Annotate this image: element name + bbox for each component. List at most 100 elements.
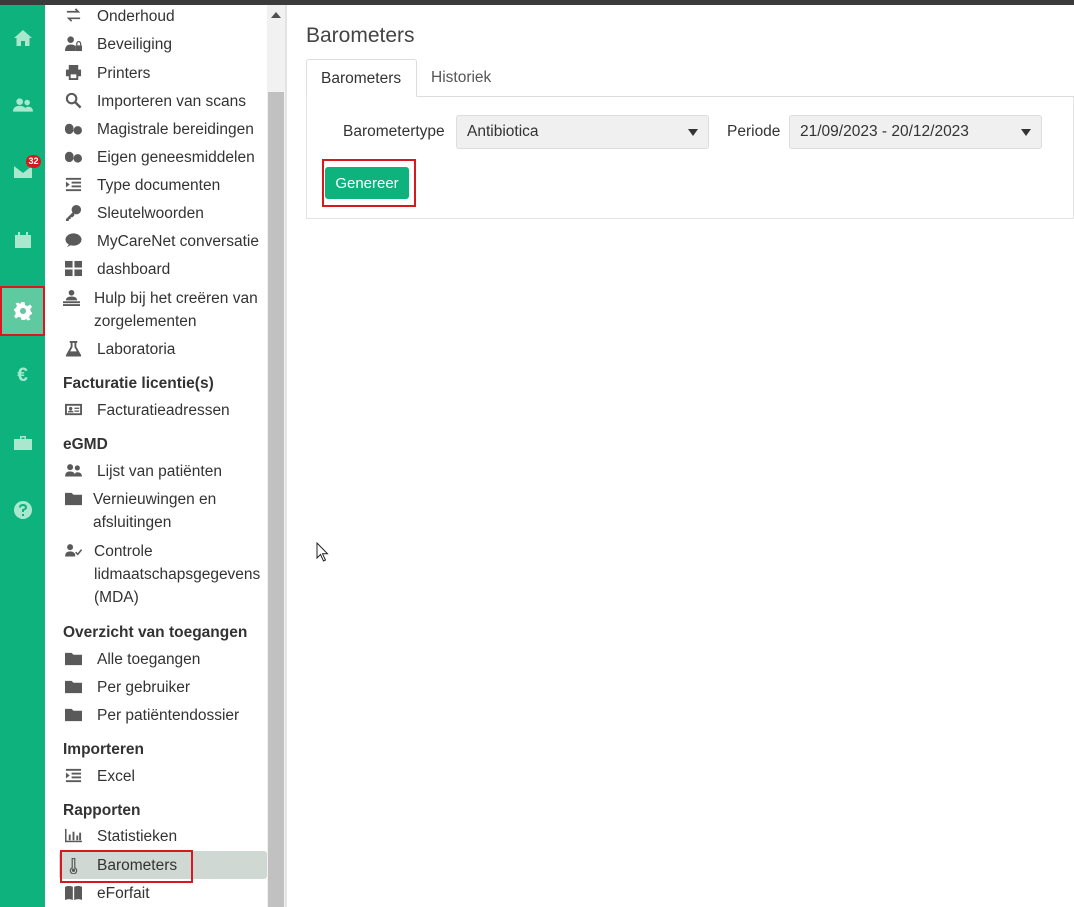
sidebar-item-type-documenten[interactable]: Type documenten bbox=[45, 174, 267, 197]
sidebar-item-label: MyCareNet conversatie bbox=[97, 233, 259, 250]
sidebar-item-label: Importeren van scans bbox=[97, 93, 247, 110]
book-icon bbox=[65, 885, 82, 901]
sidebar-item-statistieken[interactable]: Statistieken bbox=[45, 825, 267, 848]
sidebar-item-label: Vernieuwingen en bbox=[93, 491, 217, 508]
sidebar-item-label-line2: zorgelementen bbox=[94, 313, 197, 330]
barometers-highlight bbox=[60, 850, 193, 883]
sidebar-item-laboratoria[interactable]: Laboratoria bbox=[45, 338, 267, 361]
users-icon bbox=[12, 98, 33, 112]
barometertype-select[interactable]: Antibiotica bbox=[456, 115, 709, 149]
flask-icon bbox=[65, 340, 82, 357]
scroll-up-arrow[interactable] bbox=[271, 12, 281, 18]
sidebar-item-label: Controle bbox=[94, 543, 153, 560]
sidebar-item-label: Lijst van patiënten bbox=[97, 463, 222, 480]
barometertype-value: Antibiotica bbox=[467, 123, 539, 140]
chevron-down-icon bbox=[1021, 129, 1031, 136]
swap-icon bbox=[66, 8, 81, 22]
user-lock-icon bbox=[65, 36, 82, 52]
rail-billing-button[interactable]: € bbox=[0, 351, 45, 401]
sidebar-item-mycarenet[interactable]: MyCareNet conversatie bbox=[45, 230, 267, 253]
sidebar-item-onderhoud[interactable]: Onderhoud bbox=[45, 5, 267, 28]
sidebar-item-label: Printers bbox=[97, 65, 151, 82]
settings-sidebar: Onderhoud Beveiliging Printers Importere… bbox=[45, 5, 267, 907]
sidebar-item-label-line2: afsluitingen bbox=[93, 514, 172, 531]
sidebar-item-label: Alle toegangen bbox=[97, 651, 201, 668]
tab-bar: Barometers Historiek bbox=[306, 59, 1074, 97]
sidebar-item-eforfait[interactable]: eForfait bbox=[45, 882, 267, 905]
sidebar-item-importeren-scans[interactable]: Importeren van scans bbox=[45, 90, 267, 113]
folder-icon bbox=[65, 492, 82, 506]
sidebar-item-alle-toegangen[interactable]: Alle toegangen bbox=[45, 648, 267, 671]
rail-help-button[interactable] bbox=[0, 485, 45, 535]
rail-home-button[interactable] bbox=[0, 13, 45, 63]
scroll-thumb[interactable] bbox=[268, 92, 284, 907]
rail-patients-button[interactable] bbox=[0, 80, 45, 130]
help-care-icon bbox=[63, 289, 80, 306]
periode-select[interactable]: 21/09/2023 - 20/12/2023 bbox=[789, 115, 1042, 149]
chevron-down-icon bbox=[688, 129, 698, 136]
list-indent-icon bbox=[65, 177, 82, 192]
euro-icon: € bbox=[17, 365, 28, 386]
pills-icon bbox=[65, 151, 82, 163]
sidebar-item-lijst-patienten[interactable]: Lijst van patiënten bbox=[45, 460, 267, 483]
key-icon bbox=[65, 204, 82, 221]
chat-icon bbox=[65, 233, 82, 248]
sidebar-item-excel[interactable]: Excel bbox=[45, 765, 267, 788]
sidebar-item-magistrale-bereidingen[interactable]: Magistrale bereidingen bbox=[45, 118, 267, 141]
section-rapporten: Rapporten bbox=[63, 802, 141, 819]
section-egmd: eGMD bbox=[63, 436, 108, 453]
folder-icon bbox=[65, 680, 82, 694]
pills-icon bbox=[65, 123, 82, 135]
sidebar-item-label: Onderhoud bbox=[97, 8, 175, 25]
sidebar-item-vernieuwingen[interactable]: Vernieuwingen en afsluitingen bbox=[45, 488, 267, 534]
briefcase-icon bbox=[13, 436, 32, 450]
sidebar-item-label: Excel bbox=[97, 768, 135, 785]
sidebar-item-label: Hulp bij het creëren van bbox=[94, 290, 258, 307]
grid-icon bbox=[65, 260, 82, 277]
mouse-cursor-icon bbox=[316, 542, 329, 562]
page-title: Barometers bbox=[306, 24, 415, 47]
section-facturatie: Facturatie licentie(s) bbox=[63, 375, 214, 392]
barometertype-label: Barometertype bbox=[343, 123, 445, 140]
user-check-icon bbox=[65, 544, 82, 557]
genereer-button[interactable]: Genereer bbox=[325, 167, 409, 199]
sidebar-item-controle-mda[interactable]: Controle lidmaatschapsgegevens (MDA) bbox=[45, 540, 267, 609]
folder-icon bbox=[65, 652, 82, 666]
sidebar-item-per-gebruiker[interactable]: Per gebruiker bbox=[45, 676, 267, 699]
tab-barometers[interactable]: Barometers bbox=[306, 59, 417, 97]
folder-icon bbox=[65, 708, 82, 722]
home-icon bbox=[13, 30, 32, 46]
rail-mail-button[interactable]: 32 bbox=[0, 147, 45, 197]
rail-settings-button[interactable] bbox=[0, 286, 45, 336]
sidebar-item-label: Sleutelwoorden bbox=[97, 205, 204, 222]
gear-icon bbox=[13, 302, 32, 321]
search-icon bbox=[65, 92, 82, 109]
app-rail: 32 € bbox=[0, 5, 45, 907]
sidebar-item-facturatieadressen[interactable]: Facturatieadressen bbox=[45, 399, 267, 422]
sidebar-item-sleutelwoorden[interactable]: Sleutelwoorden bbox=[45, 202, 267, 225]
sidebar-scrollbar[interactable] bbox=[267, 5, 285, 907]
sidebar-item-label: Eigen geneesmiddelen bbox=[97, 149, 255, 166]
sidebar-item-printers[interactable]: Printers bbox=[45, 62, 267, 85]
sidebar-item-dashboard[interactable]: dashboard bbox=[45, 258, 267, 281]
sidebar-item-label: Per patiëntendossier bbox=[97, 707, 240, 724]
tab-historiek[interactable]: Historiek bbox=[417, 59, 505, 97]
list-indent-icon bbox=[65, 768, 82, 783]
sidebar-item-label-line2: lidmaatschapsgegevens bbox=[94, 566, 261, 583]
sidebar-item-label: Type documenten bbox=[97, 177, 221, 194]
periode-value: 21/09/2023 - 20/12/2023 bbox=[800, 123, 969, 140]
sidebar-item-label: Beveiliging bbox=[97, 36, 172, 53]
rail-calendar-button[interactable] bbox=[0, 215, 45, 265]
sidebar-item-label-line3: (MDA) bbox=[94, 589, 139, 606]
main-content: Barometers Barometers Historiek Baromete… bbox=[287, 5, 1074, 907]
sidebar-item-label: eForfait bbox=[97, 885, 150, 902]
calendar-icon bbox=[14, 232, 31, 248]
sidebar-item-per-patientendossier[interactable]: Per patiëntendossier bbox=[45, 704, 267, 727]
rail-tools-button[interactable] bbox=[0, 418, 45, 468]
sidebar-item-hulp-zorgelementen[interactable]: Hulp bij het creëren van zorgelementen bbox=[45, 287, 267, 333]
sidebar-item-eigen-geneesmiddelen[interactable]: Eigen geneesmiddelen bbox=[45, 146, 267, 169]
section-importeren: Importeren bbox=[63, 741, 144, 758]
sidebar-item-beveiliging[interactable]: Beveiliging bbox=[45, 33, 267, 56]
periode-label: Periode bbox=[727, 123, 781, 140]
help-icon bbox=[13, 501, 32, 519]
